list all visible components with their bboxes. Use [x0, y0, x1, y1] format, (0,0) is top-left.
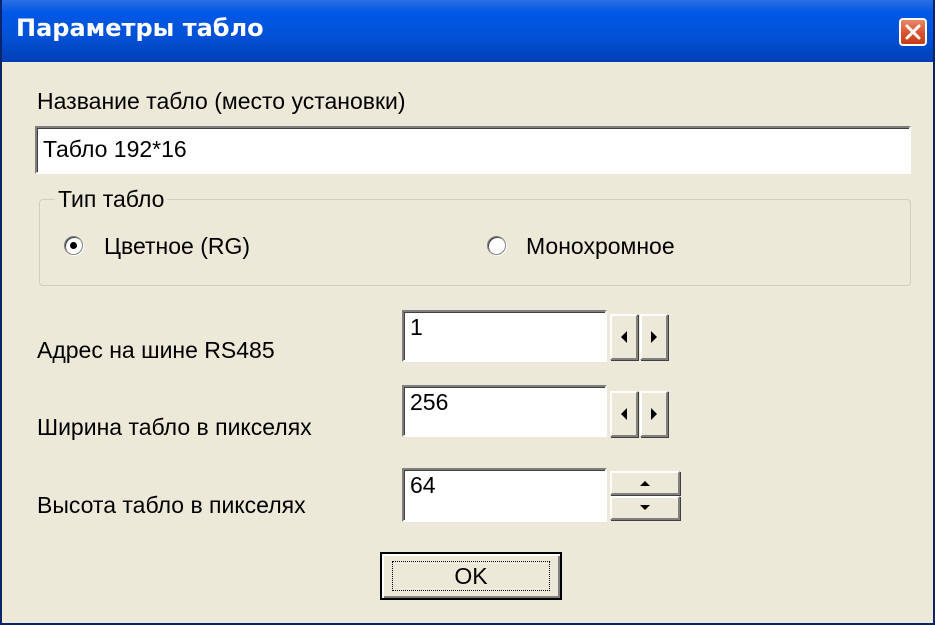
width-input[interactable]: 256 — [402, 385, 607, 437]
title-bar[interactable]: Параметры табло — [2, 0, 933, 62]
arrow-left-icon — [621, 331, 627, 343]
close-icon — [905, 24, 921, 40]
address-decrement-button[interactable] — [610, 314, 638, 360]
name-label: Название табло (место установки) — [37, 88, 406, 114]
close-button[interactable] — [899, 18, 927, 46]
width-decrement-button[interactable] — [610, 391, 638, 437]
address-input[interactable]: 1 — [402, 310, 607, 362]
arrow-right-icon — [651, 331, 657, 343]
arrow-down-icon — [640, 505, 650, 510]
name-input[interactable]: Табло 192*16 — [35, 126, 911, 174]
window-title: Параметры табло — [16, 14, 264, 42]
arrow-left-icon — [621, 408, 627, 420]
ok-button[interactable]: OK — [380, 552, 562, 600]
height-input[interactable]: 64 — [402, 468, 607, 522]
radio-mono-label[interactable]: Монохромное — [526, 233, 675, 260]
height-increment-button[interactable] — [610, 471, 680, 495]
width-label: Ширина табло в пикселях — [37, 414, 312, 440]
height-decrement-button[interactable] — [610, 496, 680, 520]
arrow-up-icon — [640, 481, 650, 486]
radio-color[interactable] — [64, 236, 83, 255]
arrow-right-icon — [651, 408, 657, 420]
width-spinner — [610, 391, 670, 437]
ok-button-label: OK — [454, 563, 488, 589]
width-increment-button[interactable] — [640, 391, 668, 437]
address-increment-button[interactable] — [640, 314, 668, 360]
address-label: Адрес на шине RS485 — [37, 337, 275, 363]
radio-color-label[interactable]: Цветное (RG) — [104, 233, 250, 260]
type-group-legend: Тип табло — [55, 186, 168, 213]
radio-mono[interactable] — [487, 236, 506, 255]
height-spinner — [610, 471, 680, 521]
radio-selected-dot — [70, 242, 77, 249]
address-spinner — [610, 314, 670, 360]
height-label: Высота табло в пикселях — [37, 492, 306, 518]
dialog-window: Параметры табло Название табло (место ус… — [0, 0, 935, 625]
